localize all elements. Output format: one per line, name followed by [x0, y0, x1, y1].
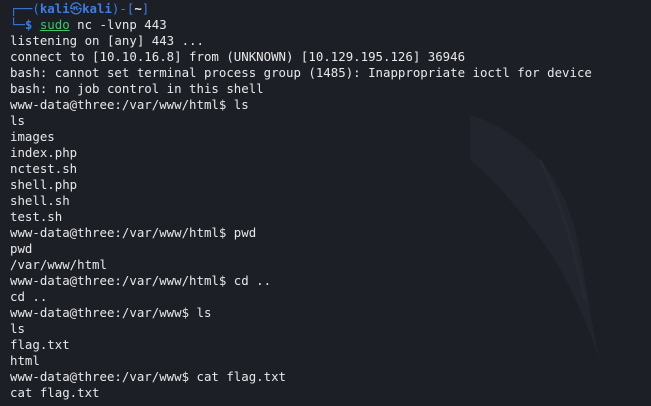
output-line: www-data@three:/var/www/html$ pwd: [10, 225, 257, 240]
output-line: pwd: [10, 241, 33, 256]
prompt-header: ┌──(kali㉿kali)-[~]: [10, 1, 150, 16]
output-line: index.php: [10, 145, 78, 160]
output-line: www-data@three:/var/www$ ls: [10, 305, 212, 320]
sudo-command: sudo: [39, 17, 70, 32]
output-line: /var/www/html: [10, 257, 107, 272]
output-line: connect to [10.10.16.8] from (UNKNOWN) […: [10, 49, 466, 64]
output-line: bash: cannot set terminal process group …: [10, 65, 592, 80]
output-line: images: [10, 129, 55, 144]
output-line: shell.php: [10, 177, 78, 192]
output-line: www-data@three:/var/www/html$ ls: [10, 97, 249, 112]
output-line: cd ..: [10, 289, 48, 304]
output-line: test.sh: [10, 209, 63, 224]
output-line: ls: [10, 321, 25, 336]
command-line: └─$ sudo nc -lvnp 443: [10, 17, 167, 32]
output-line: www-data@three:/var/www$ cat flag.txt: [10, 369, 287, 384]
output-line: html: [10, 353, 40, 368]
output-line: cat flag.txt: [10, 385, 100, 400]
output-line: listening on [any] 443 ...: [10, 33, 204, 48]
terminal-window[interactable]: ┌──(kali㉿kali)-[~] └─$ sudo nc -lvnp 443…: [0, 0, 651, 406]
output-line: bash: no job control in this shell: [10, 81, 264, 96]
output-line: ls: [10, 113, 25, 128]
output-line: flag.txt: [10, 337, 70, 352]
output-line: www-data@three:/var/www/html$ cd ..: [10, 273, 272, 288]
output-line: nctest.sh: [10, 161, 78, 176]
scrollbar[interactable]: [645, 0, 651, 406]
output-line: shell.sh: [10, 193, 70, 208]
terminal-output: ┌──(kali㉿kali)-[~] └─$ sudo nc -lvnp 443…: [10, 1, 651, 401]
